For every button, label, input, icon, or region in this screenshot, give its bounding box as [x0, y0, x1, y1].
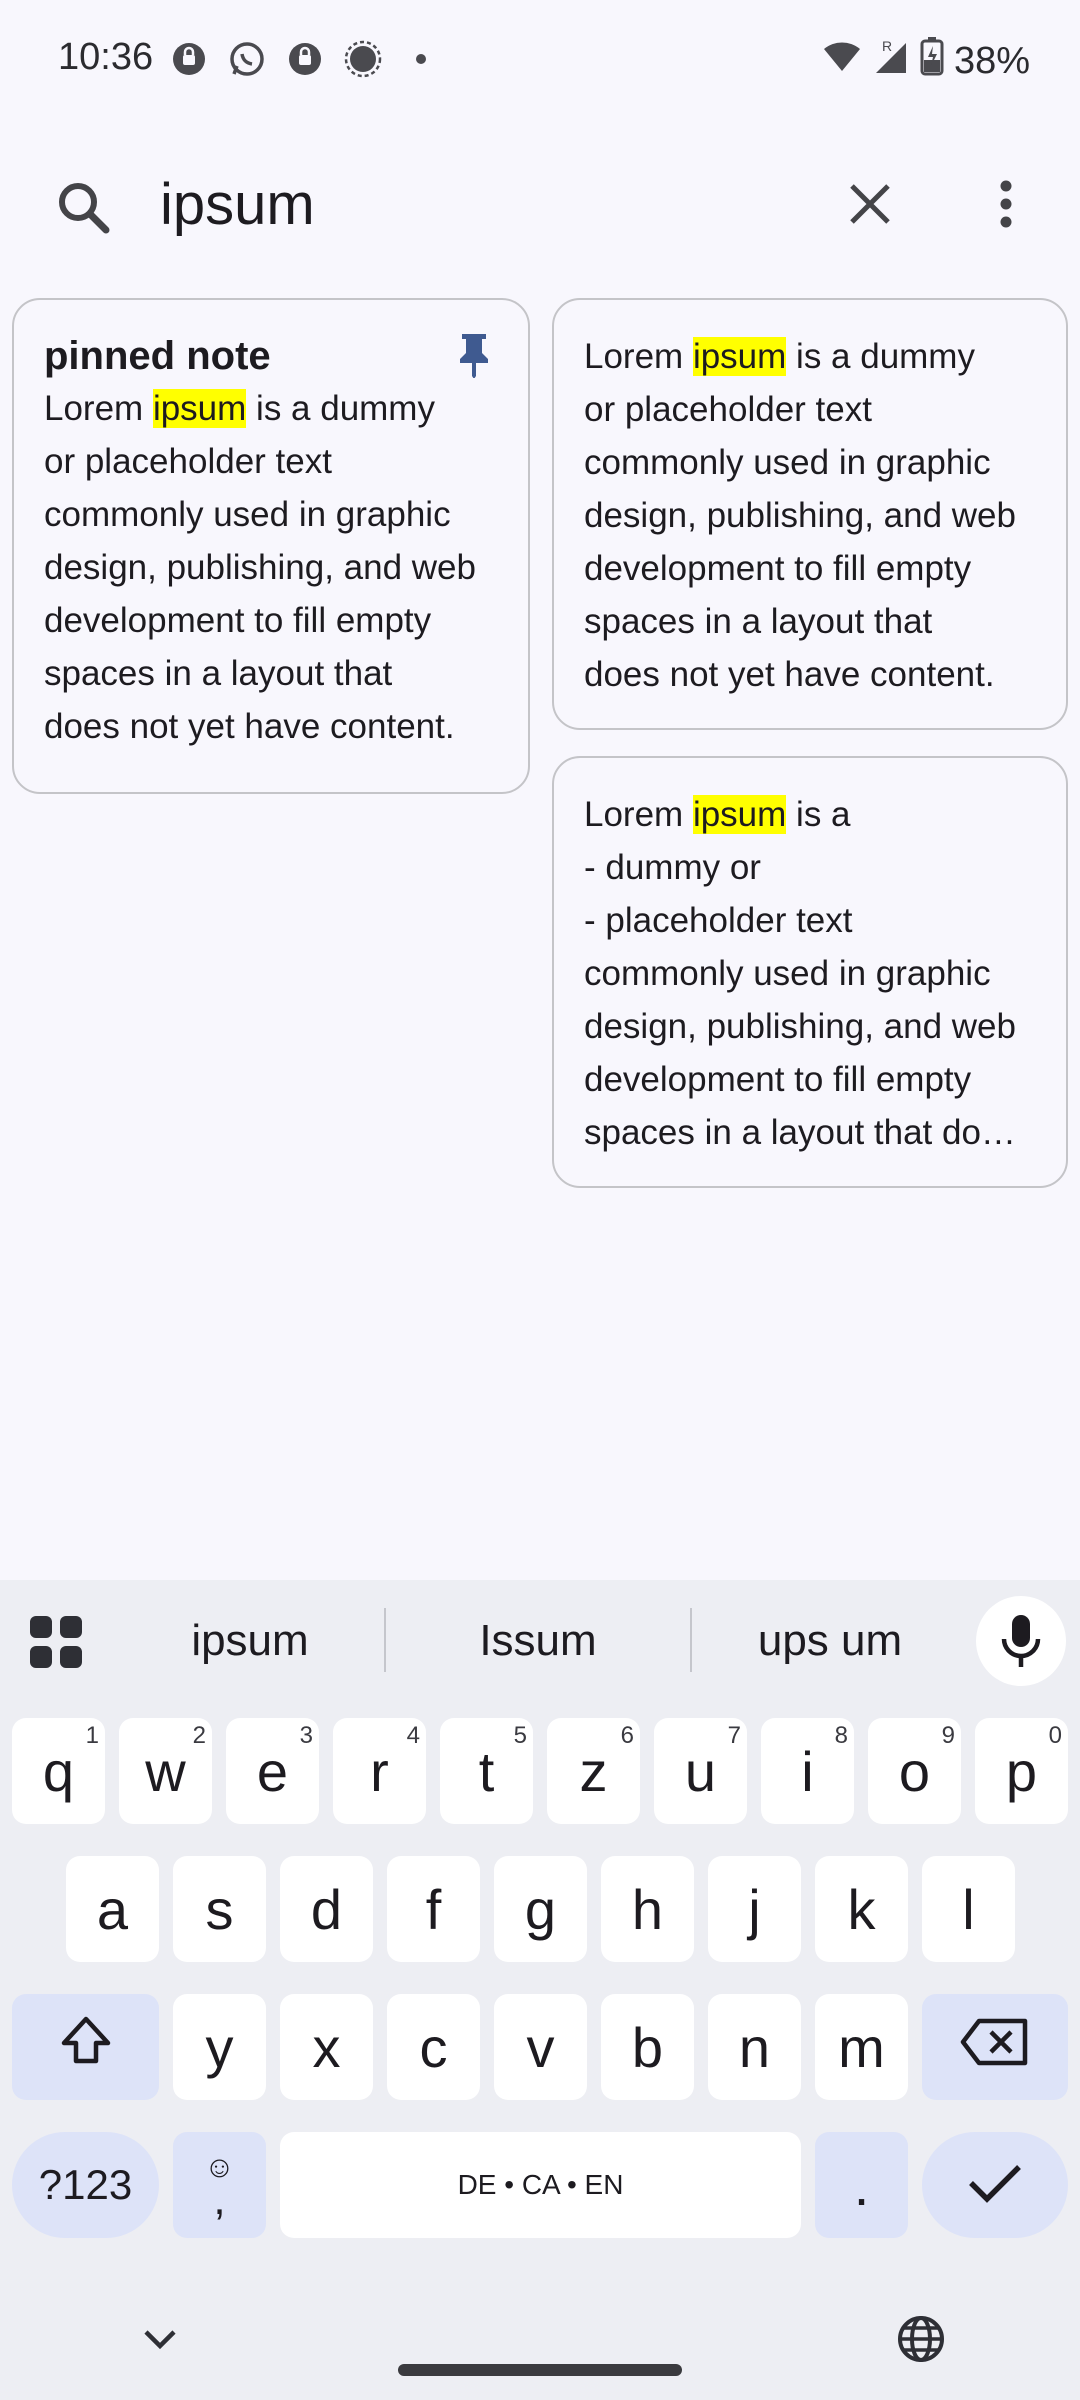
wifi-icon — [822, 39, 862, 83]
key-l[interactable]: l — [922, 1856, 1015, 1962]
key-m[interactable]: m — [815, 1994, 908, 2100]
space-key[interactable]: DE • CA • EN — [280, 2132, 801, 2238]
search-highlight: ipsum — [692, 795, 787, 834]
chevron-down-icon[interactable] — [140, 2324, 180, 2354]
suggestion-strip: ipsum Issum ups um — [0, 1580, 1080, 1700]
backspace-icon — [959, 2015, 1031, 2080]
key-e[interactable]: e3 — [226, 1718, 319, 1824]
suggestion-2[interactable]: Issum — [418, 1606, 658, 1676]
key-z[interactable]: z6 — [547, 1718, 640, 1824]
key-s[interactable]: s — [173, 1856, 266, 1962]
search-bar — [0, 140, 1080, 260]
keyboard: ipsum Issum ups um q1 w2 e3 r4 t5 z6 u7 … — [0, 1580, 1080, 2400]
suggestion-3[interactable]: ups um — [710, 1606, 950, 1676]
apps-grid-icon[interactable] — [26, 1612, 88, 1674]
key-j[interactable]: j — [708, 1856, 801, 1962]
search-highlight: ipsum — [152, 389, 247, 428]
key-c[interactable]: c — [387, 1994, 480, 2100]
key-q[interactable]: q1 — [12, 1718, 105, 1824]
key-p[interactable]: p0 — [975, 1718, 1068, 1824]
search-highlight: ipsum — [692, 337, 787, 376]
note-body: Lorem ipsum is a dummy or placeholder te… — [44, 389, 476, 746]
status-right: R 38% — [822, 36, 1030, 86]
shift-icon — [58, 2013, 114, 2082]
whatsapp-icon — [228, 40, 266, 78]
suggestion-1[interactable]: ipsum — [130, 1606, 370, 1676]
note-body: Lorem ipsum is a dummy or placeholder te… — [584, 337, 1016, 694]
status-time: 10:36 — [58, 36, 154, 78]
backspace-key[interactable] — [922, 1994, 1068, 2100]
key-f[interactable]: f — [387, 1856, 480, 1962]
globe-icon[interactable] — [896, 2314, 946, 2364]
emoji-comma-key[interactable]: ☺ , — [173, 2132, 266, 2238]
key-w[interactable]: w2 — [119, 1718, 212, 1824]
key-h[interactable]: h — [601, 1856, 694, 1962]
shift-key[interactable] — [12, 1994, 159, 2100]
note-card-pinned[interactable]: pinned note Lorem ipsum is a dummy or pl… — [12, 298, 530, 794]
note-body: Lorem ipsum is a - dummy or - placeholde… — [584, 795, 1016, 1152]
battery-percent: 38% — [953, 39, 1030, 82]
key-o[interactable]: o9 — [868, 1718, 961, 1824]
note-title: pinned note — [44, 334, 271, 378]
home-indicator[interactable] — [398, 2364, 682, 2376]
close-icon[interactable] — [836, 170, 904, 238]
period-key[interactable]: . — [815, 2132, 908, 2238]
suggestion-divider — [690, 1608, 692, 1672]
mic-icon[interactable] — [976, 1596, 1066, 1686]
key-d[interactable]: d — [280, 1856, 373, 1962]
note-card[interactable]: Lorem ipsum is a dummy or placeholder te… — [552, 298, 1068, 730]
signal-chat-icon — [170, 40, 208, 78]
key-k[interactable]: k — [815, 1856, 908, 1962]
battery-charging-icon — [920, 36, 944, 86]
pin-icon — [450, 330, 498, 379]
key-t[interactable]: t5 — [440, 1718, 533, 1824]
key-b[interactable]: b — [601, 1994, 694, 2100]
signal-icon — [344, 40, 382, 78]
checkmark-icon — [967, 2153, 1023, 2218]
search-icon[interactable] — [52, 176, 116, 240]
cellular-roaming-icon: R — [872, 37, 910, 85]
key-y[interactable]: y — [173, 1994, 266, 2100]
key-x[interactable]: x — [280, 1994, 373, 2100]
key-u[interactable]: u7 — [654, 1718, 747, 1824]
key-i[interactable]: i8 — [761, 1718, 854, 1824]
notification-icons — [170, 40, 440, 78]
note-card[interactable]: Lorem ipsum is a - dummy or - placeholde… — [552, 756, 1068, 1188]
key-v[interactable]: v — [494, 1994, 587, 2100]
more-vert-icon[interactable] — [972, 170, 1040, 238]
symbols-key[interactable]: ?123 — [12, 2132, 159, 2238]
suggestion-divider — [384, 1608, 386, 1672]
key-r[interactable]: r4 — [333, 1718, 426, 1824]
search-input[interactable] — [160, 164, 780, 244]
key-g[interactable]: g — [494, 1856, 587, 1962]
svg-text:R: R — [882, 38, 892, 54]
status-bar: 10:36 R 38% — [0, 0, 1080, 120]
dot-icon — [402, 40, 440, 78]
signal-chat-icon — [286, 40, 324, 78]
enter-key[interactable] — [922, 2132, 1068, 2238]
key-a[interactable]: a — [66, 1856, 159, 1962]
key-n[interactable]: n — [708, 1994, 801, 2100]
